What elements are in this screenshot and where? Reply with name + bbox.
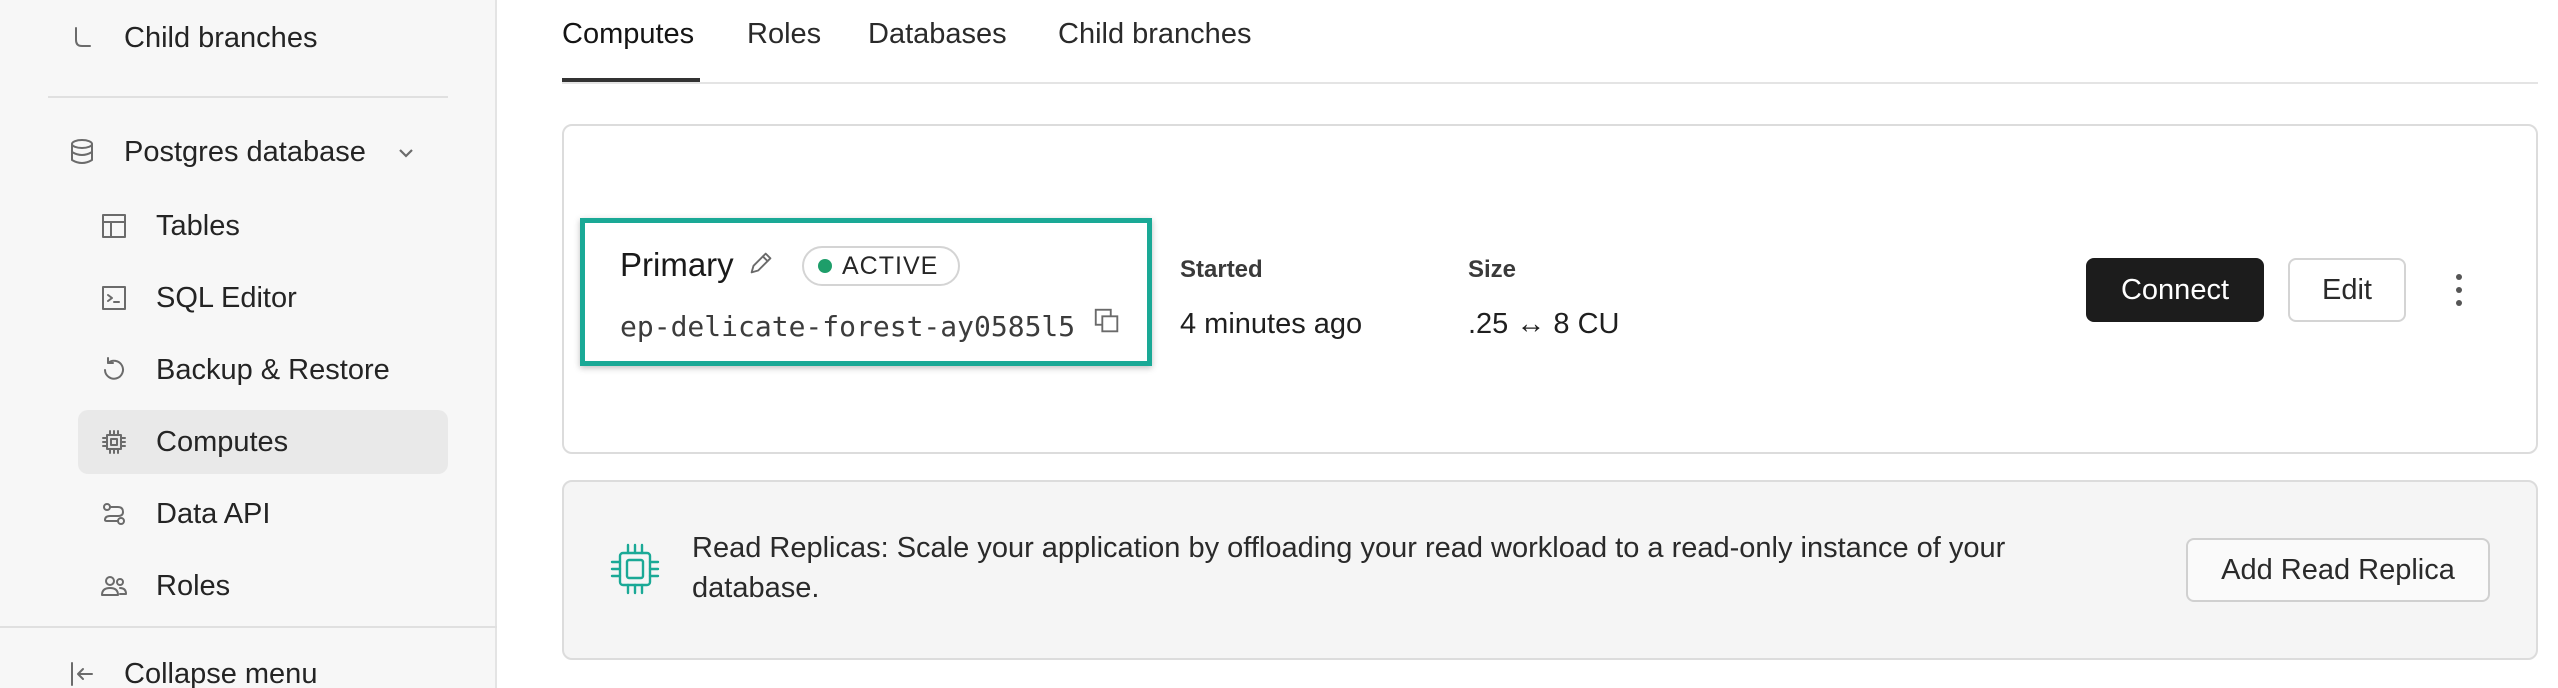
collapse-menu-label: Collapse menu xyxy=(124,657,318,688)
collapse-icon xyxy=(64,656,100,688)
branch-tabs: Computes Roles Databases Child branches xyxy=(562,0,2538,84)
status-badge: ACTIVE xyxy=(802,246,961,286)
sidebar-item-label: Roles xyxy=(156,569,231,602)
started-value: 4 minutes ago xyxy=(1180,308,1363,340)
size-value: .25 ↔ 8 CU xyxy=(1468,308,1620,340)
users-icon xyxy=(96,568,132,604)
add-read-replica-button[interactable]: Add Read Replica xyxy=(2186,538,2490,602)
branch-icon xyxy=(64,20,100,56)
sidebar-item-label: Computes xyxy=(156,425,289,458)
sidebar-item-label: Child branches xyxy=(124,21,318,54)
database-icon xyxy=(64,134,100,170)
chevron-down-icon[interactable] xyxy=(394,140,418,164)
compute-identity-highlight xyxy=(580,218,1152,366)
status-dot-icon xyxy=(818,259,832,273)
tab-roles[interactable]: Roles xyxy=(747,18,821,51)
sidebar-divider xyxy=(48,96,448,98)
sidebar-item-label: Backup & Restore xyxy=(156,353,390,386)
size-label: Size xyxy=(1468,256,1517,283)
sidebar-item-tables[interactable]: Tables xyxy=(96,208,240,244)
sidebar-item-data-api[interactable]: Data API xyxy=(96,496,270,532)
restore-icon xyxy=(96,352,132,388)
collapse-menu-button[interactable]: Collapse menu xyxy=(64,656,317,688)
connect-button[interactable]: Connect xyxy=(2086,258,2264,322)
sidebar-item-sql-editor[interactable]: SQL Editor xyxy=(96,280,297,316)
sidebar: Child branches Postgres database Tables … xyxy=(0,0,497,688)
table-icon xyxy=(96,208,132,244)
terminal-icon xyxy=(96,280,132,316)
sidebar-item-computes[interactable]: Computes xyxy=(78,410,448,474)
api-icon xyxy=(96,496,132,532)
sidebar-item-label: Data API xyxy=(156,497,271,530)
endpoint-id: ep-delicate-forest-ay0585l5 xyxy=(620,310,1076,343)
sidebar-item-label: Postgres database xyxy=(124,135,366,168)
chip-icon xyxy=(610,542,660,596)
status-badge-label: ACTIVE xyxy=(842,251,939,280)
sidebar-item-backup-restore[interactable]: Backup & Restore xyxy=(96,352,390,388)
sidebar-item-roles[interactable]: Roles xyxy=(96,568,230,604)
compute-name: Primary xyxy=(620,246,734,283)
tab-databases[interactable]: Databases xyxy=(868,18,1007,51)
pencil-icon[interactable] xyxy=(746,248,778,280)
sidebar-item-postgres-database[interactable]: Postgres database xyxy=(64,134,418,170)
sidebar-item-child-branches[interactable]: Child branches xyxy=(64,20,317,56)
sidebar-divider xyxy=(0,626,497,628)
copy-icon[interactable] xyxy=(1092,306,1122,338)
active-tab-indicator xyxy=(562,78,700,82)
sidebar-item-label: SQL Editor xyxy=(156,281,297,314)
chip-icon xyxy=(96,424,132,460)
read-replica-description: Read Replicas: Scale your application by… xyxy=(692,532,2006,604)
tab-computes[interactable]: Computes xyxy=(562,18,694,51)
sidebar-item-label: Tables xyxy=(156,209,240,242)
started-label: Started xyxy=(1180,256,1263,283)
edit-button[interactable]: Edit xyxy=(2288,258,2406,322)
more-options-icon[interactable] xyxy=(2444,268,2474,312)
tab-child-branches[interactable]: Child branches xyxy=(1058,18,1251,51)
